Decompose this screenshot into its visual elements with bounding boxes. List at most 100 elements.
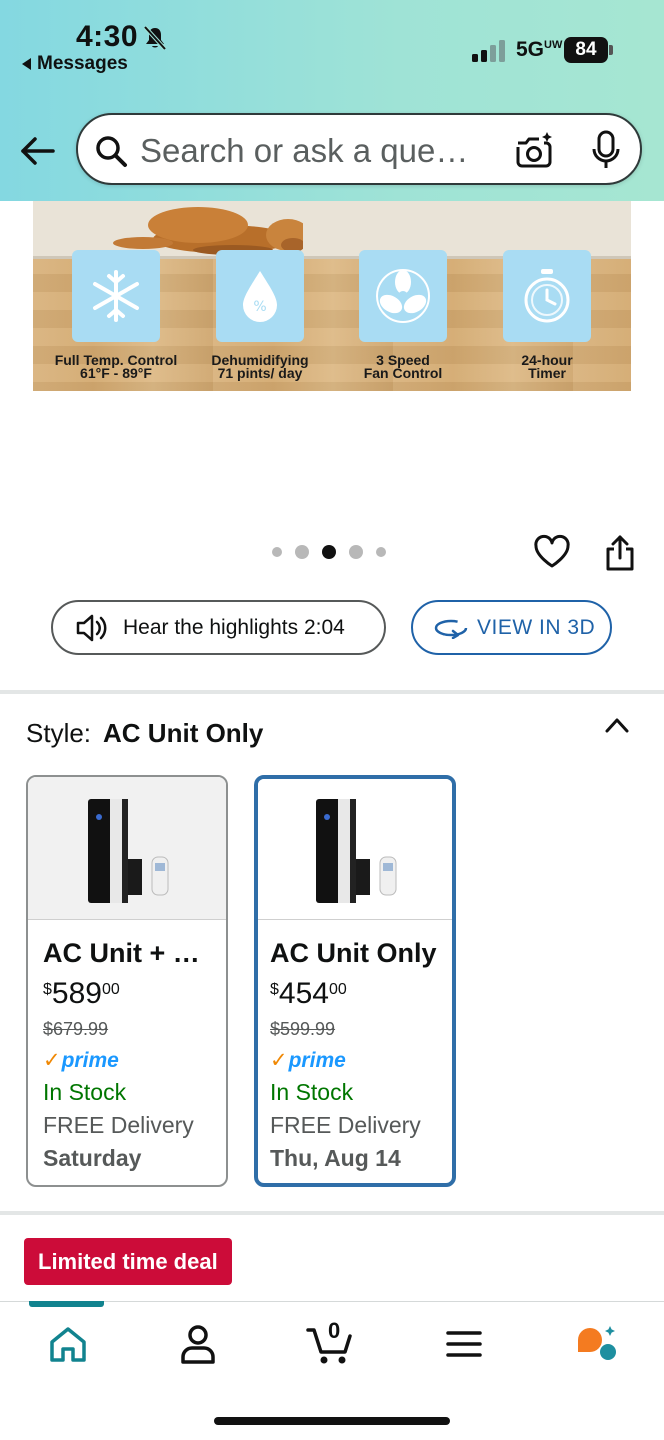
fan-icon (376, 269, 430, 323)
chevron-up-icon[interactable] (603, 714, 631, 736)
option-delivery: FREE Delivery (43, 1112, 194, 1138)
hear-highlights-label: Hear the highlights 2:04 (123, 615, 345, 639)
feature-dehumidifying: % Dehumidifying 71 pints/ day (185, 250, 335, 380)
option-delivery-date: Saturday (43, 1145, 142, 1171)
feature-timer-label: 24-hour Timer (472, 353, 622, 381)
price-cents: 00 (101, 981, 120, 998)
option-price: $454 00 (270, 977, 452, 1011)
back-to-messages[interactable]: Messages (22, 53, 128, 75)
hear-highlights-button[interactable]: Hear the highlights 2:04 (51, 600, 386, 655)
active-tab-indicator (29, 1301, 104, 1307)
style-prefix: Style: (26, 718, 92, 748)
product-image[interactable]: Full Temp. Control 61°F - 89°F % Dehumid… (33, 201, 631, 391)
option-title: AC Unit + … (43, 938, 200, 968)
ac-unit-image (316, 799, 397, 903)
svg-text:%: % (253, 299, 266, 315)
back-arrow-icon[interactable] (20, 133, 56, 169)
app-header: 4:30 Messages 5GUW 84 Search or ask a qu… (0, 0, 664, 201)
feature-fan-speed: 3 Speed Fan Control (328, 250, 478, 380)
feature-fan-label: 3 Speed Fan Control (328, 353, 478, 381)
price-whole: 589 (51, 977, 102, 1010)
option-stock: In Stock (270, 1079, 354, 1105)
style-label: Style: AC Unit Only (26, 718, 263, 749)
timer-icon (524, 269, 570, 323)
feature-timer: 24-hour Timer (472, 250, 622, 380)
option-price: $589 00 (43, 977, 226, 1011)
cell-signal-icon (472, 40, 505, 62)
prime-badge: ✓ prime (270, 1048, 452, 1073)
share-icon[interactable] (604, 534, 636, 572)
prime-check-icon: ✓ (270, 1049, 288, 1072)
option-delivery: FREE Delivery (270, 1112, 421, 1138)
home-indicator (214, 1417, 450, 1425)
droplet-icon: % (243, 271, 277, 322)
account-icon[interactable] (176, 1324, 220, 1364)
network-sup: UW (544, 39, 563, 51)
style-option-image (28, 777, 226, 920)
style-option-image (258, 779, 452, 920)
option-stock: In Stock (43, 1079, 127, 1105)
style-option-ac-unit-only[interactable]: AC Unit Only $454 00 $599.99 ✓ prime In St… (254, 775, 456, 1187)
home-icon[interactable] (46, 1324, 90, 1364)
cart-count: 0 (328, 1318, 341, 1343)
back-triangle-icon (22, 58, 31, 70)
carousel-dot[interactable] (349, 545, 363, 559)
feature-line2: Timer (528, 365, 566, 381)
carousel-dot[interactable] (272, 547, 282, 557)
option-title: AC Unit Only (270, 938, 437, 968)
camera-search-icon[interactable] (514, 130, 554, 170)
snowflake-icon (93, 270, 139, 322)
network-type: 5GUW (516, 38, 562, 62)
feature-line2: 61°F - 89°F (80, 365, 152, 381)
feature-temp-label: Full Temp. Control 61°F - 89°F (41, 353, 191, 381)
prime-badge: ✓ prime (43, 1048, 226, 1073)
feature-temp-control: Full Temp. Control 61°F - 89°F (41, 250, 191, 380)
heart-icon[interactable] (533, 534, 571, 570)
option-delivery-date: Thu, Aug 14 (270, 1145, 401, 1171)
price-whole: 454 (278, 977, 329, 1010)
bell-muted-icon (143, 25, 167, 51)
section-divider (0, 1211, 664, 1215)
style-option-ac-unit-plus[interactable]: AC Unit + … $589 00 $679.99 ✓ prime In Sto… (26, 775, 228, 1187)
battery-level: 84 (564, 37, 608, 63)
feature-line2: Fan Control (363, 365, 443, 381)
prime-check-icon: ✓ (43, 1049, 61, 1072)
style-option-body: AC Unit Only $454 00 $599.99 ✓ prime In St… (258, 920, 452, 1172)
rufus-icon[interactable] (574, 1324, 618, 1364)
option-list-price: $679.99 (43, 1019, 109, 1039)
bottom-navigation: 0 (0, 1301, 664, 1440)
feature-tile: % (216, 250, 304, 342)
feature-tile (503, 250, 591, 342)
prime-label: prime (288, 1048, 346, 1072)
cart-button[interactable]: 0 (306, 1318, 356, 1366)
search-placeholder: Search or ask a que… (140, 132, 469, 169)
feature-line2: 71 pints/ day (217, 365, 303, 381)
microphone-icon[interactable] (590, 130, 622, 170)
back-app-label: Messages (37, 53, 128, 74)
limited-time-deal-badge: Limited time deal (24, 1238, 232, 1285)
carousel-dots[interactable] (272, 545, 399, 559)
section-divider (0, 690, 664, 694)
view-in-3d-button[interactable]: VIEW IN 3D (411, 600, 612, 655)
feature-tile (359, 250, 447, 342)
style-option-body: AC Unit + … $589 00 $679.99 ✓ prime In Sto… (28, 920, 226, 1172)
speaker-icon (76, 614, 107, 641)
feature-tile (72, 250, 160, 342)
carousel-dot[interactable] (295, 545, 309, 559)
price-currency: $ (270, 981, 279, 998)
style-value: AC Unit Only (103, 718, 264, 748)
dog-illustration (113, 207, 303, 255)
menu-icon[interactable] (442, 1324, 486, 1364)
option-list-price: $599.99 (270, 1019, 336, 1039)
price-cents: 00 (328, 981, 347, 998)
search-icon (96, 136, 127, 167)
search-input[interactable]: Search or ask a que… (76, 113, 642, 185)
rotate-3d-icon (434, 619, 468, 639)
status-time: 4:30 (76, 20, 139, 53)
network-label: 5G (516, 38, 545, 61)
battery-tip (609, 45, 613, 55)
prime-label: prime (61, 1048, 119, 1072)
carousel-dot-active[interactable] (322, 545, 336, 559)
ac-unit-image (88, 799, 169, 903)
carousel-dot[interactable] (376, 547, 386, 557)
